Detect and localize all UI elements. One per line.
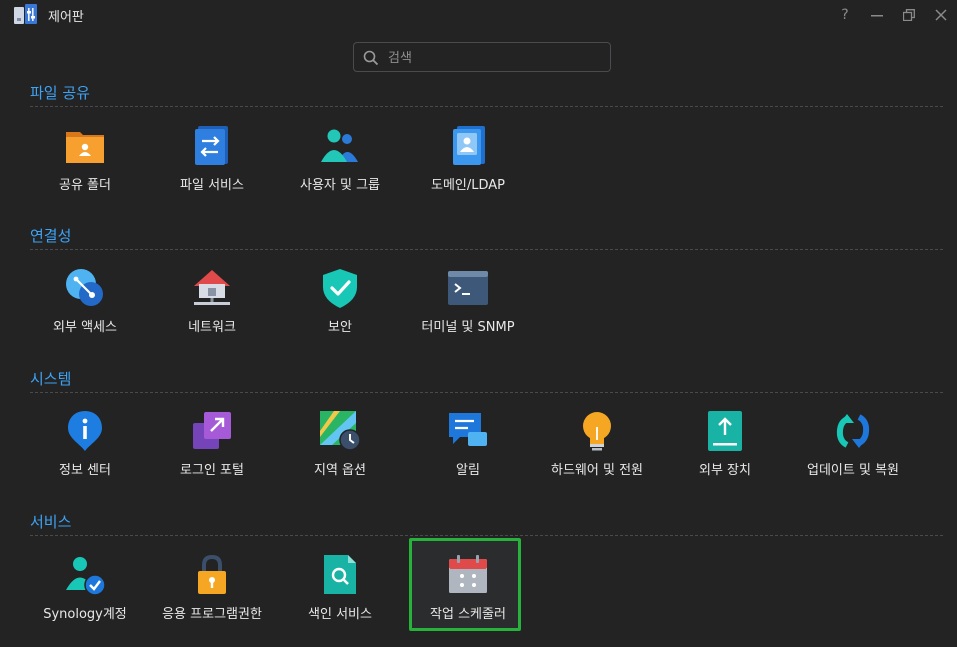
search-icon	[363, 50, 379, 66]
item-network[interactable]: 네트워크	[148, 268, 276, 358]
item-label: 응용 프로그램권한	[162, 607, 262, 622]
item-label: 외부 액세스	[53, 320, 117, 335]
file-services-icon	[195, 126, 228, 165]
window-title: 제어판	[48, 10, 84, 25]
item-application-privileges[interactable]: 응용 프로그램권한	[148, 555, 276, 645]
section-divider	[30, 249, 943, 250]
item-info-center[interactable]: 정보 센터	[21, 411, 149, 501]
item-hardware-power[interactable]: 하드웨어 및 전원	[533, 411, 661, 501]
section-title-system: 시스템	[30, 370, 72, 388]
item-users-groups[interactable]: 사용자 및 그룹	[276, 126, 404, 216]
title-bar: 제어판 ?	[0, 0, 957, 30]
help-button[interactable]: ?	[835, 5, 855, 25]
item-label: 로그인 포털	[180, 463, 244, 478]
item-label: 사용자 및 그룹	[299, 178, 381, 193]
item-synology-account[interactable]: Synology계정	[21, 555, 149, 645]
section-title-connectivity: 연결성	[30, 227, 72, 245]
item-label: 하드웨어 및 전원	[551, 463, 643, 478]
shared-folder-icon	[66, 132, 104, 163]
item-label: 터미널 및 SNMP	[421, 320, 515, 335]
item-label: 네트워크	[188, 320, 236, 335]
close-icon	[935, 9, 947, 21]
item-external-devices[interactable]: 외부 장치	[661, 411, 789, 501]
users-groups-icon	[321, 129, 358, 162]
network-icon	[194, 270, 230, 305]
section-divider	[30, 535, 943, 536]
login-portal-icon	[193, 412, 231, 449]
control-panel-app-icon	[14, 4, 37, 24]
section-divider	[30, 392, 943, 393]
item-external-access[interactable]: 외부 액세스	[21, 268, 149, 358]
external-access-icon	[66, 269, 103, 306]
calendar-icon	[449, 555, 487, 593]
item-file-services[interactable]: 파일 서비스	[148, 126, 276, 216]
minimize-button[interactable]	[867, 5, 887, 25]
item-shared-folder[interactable]: 공유 폴더	[21, 126, 149, 216]
item-indexing-service[interactable]: 색인 서비스	[276, 555, 404, 645]
domain-ldap-icon	[453, 126, 485, 165]
item-notification[interactable]: 알림	[404, 411, 532, 501]
item-update-restore[interactable]: 업데이트 및 복원	[789, 411, 917, 501]
lock-icon	[198, 555, 226, 594]
synology-account-icon	[66, 557, 105, 595]
item-label: 업데이트 및 복원	[807, 463, 899, 478]
terminal-icon	[448, 271, 488, 305]
item-label: 알림	[456, 463, 480, 478]
indexing-service-icon	[324, 555, 356, 594]
regional-options-icon	[320, 411, 360, 451]
item-login-portal[interactable]: 로그인 포털	[148, 411, 276, 501]
item-task-scheduler[interactable]: 작업 스케줄러	[404, 555, 532, 645]
minimize-icon	[871, 15, 883, 17]
update-restore-icon	[836, 414, 870, 448]
section-title-file-sharing: 파일 공유	[30, 84, 90, 102]
item-security[interactable]: 보안	[276, 268, 404, 358]
info-center-icon	[68, 411, 102, 451]
external-device-icon	[708, 411, 742, 451]
item-label: 외부 장치	[699, 463, 751, 478]
item-label: 정보 센터	[59, 463, 111, 478]
item-label: 파일 서비스	[180, 178, 244, 193]
item-label: Synology계정	[43, 607, 127, 622]
search-input[interactable]	[386, 47, 605, 69]
restore-button[interactable]	[899, 5, 919, 25]
item-label: 공유 폴더	[59, 178, 111, 193]
item-label: 지역 옵션	[314, 463, 366, 478]
item-label: 보안	[328, 320, 352, 335]
section-title-services: 서비스	[30, 513, 72, 531]
item-label: 작업 스케줄러	[430, 607, 506, 622]
close-button[interactable]	[931, 5, 951, 25]
shield-icon	[323, 269, 357, 308]
item-domain-ldap[interactable]: 도메인/LDAP	[404, 126, 532, 216]
item-terminal-snmp[interactable]: 터미널 및 SNMP	[404, 268, 532, 358]
notification-icon	[449, 413, 487, 446]
section-divider	[30, 106, 943, 107]
restore-icon	[903, 9, 915, 21]
lightbulb-icon	[583, 412, 611, 451]
item-label: 도메인/LDAP	[430, 178, 506, 193]
search-box[interactable]	[353, 42, 611, 72]
item-regional-options[interactable]: 지역 옵션	[276, 411, 404, 501]
item-label: 색인 서비스	[308, 607, 372, 622]
